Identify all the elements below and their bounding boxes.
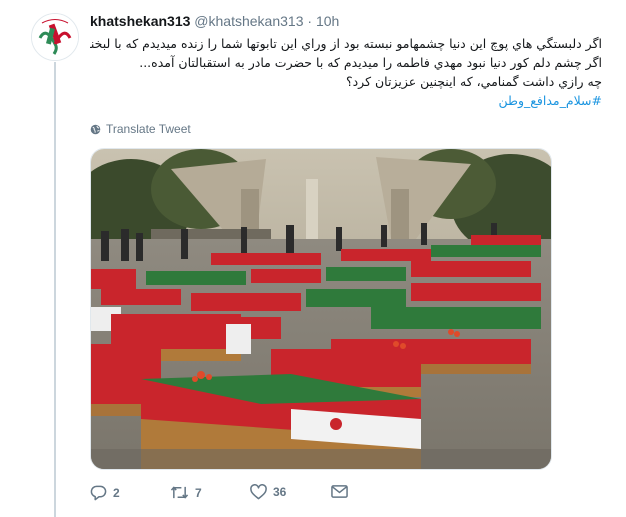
like-count: 36 xyxy=(273,485,287,499)
like-icon xyxy=(250,484,267,500)
reply-count: 2 xyxy=(113,485,120,500)
retweet-count: 7 xyxy=(195,485,202,500)
like-action[interactable]: 36 xyxy=(250,484,286,500)
tweet-text-line-3: چه رازي داشت گمنامي، كه اينچنين عزيزتان … xyxy=(345,74,602,89)
timestamp[interactable]: 10h xyxy=(316,13,339,29)
photo-caskets-image xyxy=(91,149,551,469)
retweet-action[interactable]: 7 xyxy=(170,484,202,501)
tweet-text: اگر دلبستگي هاي پوچ اين دنيا چشمهامو نبس… xyxy=(90,34,602,110)
retweet-icon xyxy=(170,486,189,499)
direct-message-action[interactable] xyxy=(331,484,348,499)
user-handle[interactable]: @khatshekan313 xyxy=(194,13,303,29)
tweet-text-line-1: اگر دلبستگي هاي پوچ اين دنيا چشمهامو نبس… xyxy=(90,36,602,51)
reply-icon xyxy=(90,485,107,501)
tweet-header: khatshekan313 @khatshekan313 · 10h xyxy=(90,13,339,29)
translate-label: Translate Tweet xyxy=(106,122,191,136)
globe-icon xyxy=(90,124,101,134)
tweet: khatshekan313 @khatshekan313 · 10h اگر د… xyxy=(0,0,626,517)
thread-line xyxy=(54,62,56,517)
message-icon xyxy=(331,485,348,498)
tweet-actions: 2 7 36 xyxy=(90,484,450,504)
tweet-photo[interactable] xyxy=(90,148,552,470)
reply-action[interactable]: 2 xyxy=(90,484,120,501)
tweet-text-line-2: اگر چشم دلم كور دنيا نبود مهدي فاطمه را … xyxy=(139,55,602,70)
avatar[interactable] xyxy=(31,13,79,61)
translate-tweet-link[interactable]: Translate Tweet xyxy=(90,122,191,136)
avatar-logo xyxy=(32,14,78,60)
separator: · xyxy=(307,13,313,29)
hashtag-link[interactable]: #سلام_مدافع_وطن xyxy=(90,91,602,110)
display-name[interactable]: khatshekan313 xyxy=(90,13,190,29)
